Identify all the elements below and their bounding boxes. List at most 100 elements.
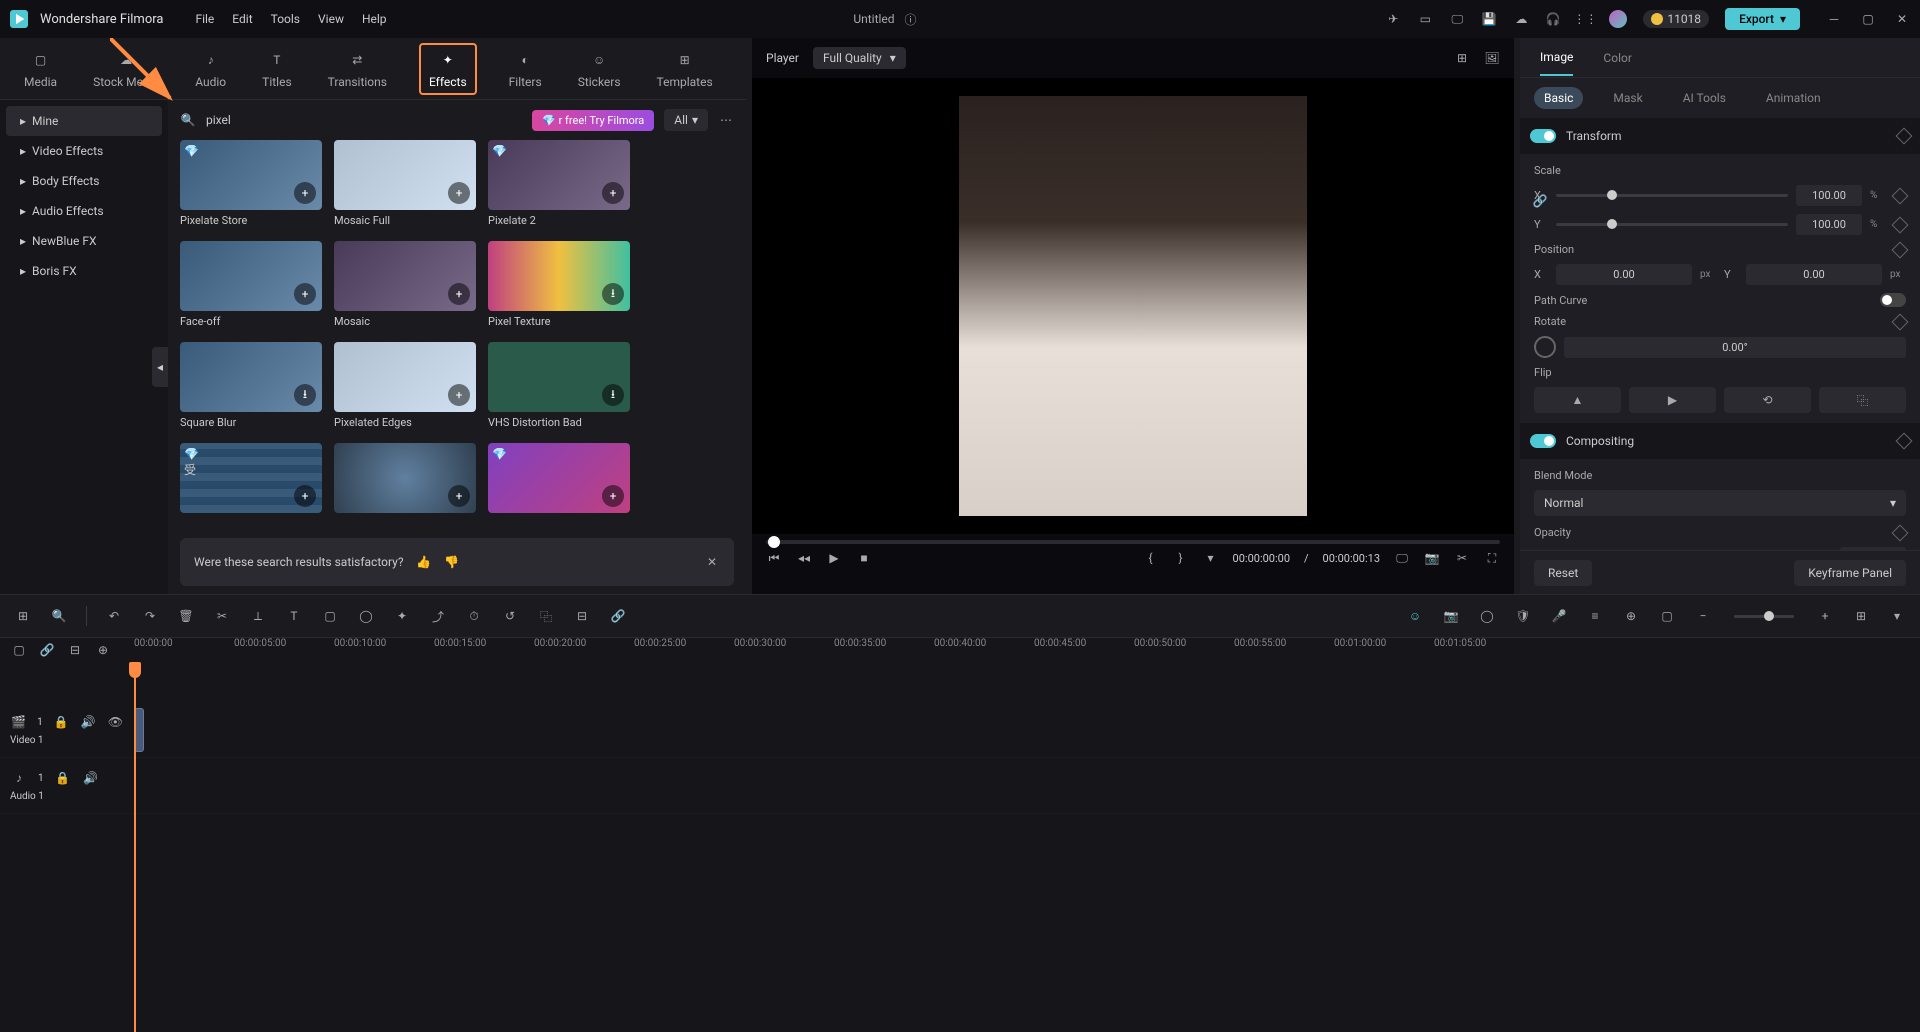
shape-icon[interactable]: ▢ [321,607,339,625]
section-transform[interactable]: Transform [1520,118,1920,154]
export-icon[interactable]: ⤴ [429,607,447,625]
scale-x-input[interactable] [1796,185,1862,206]
sidebar-item-body-effects[interactable]: ▸Body Effects [6,166,162,196]
tab-image[interactable]: Image [1540,40,1573,76]
filter-all[interactable]: All▾ [664,109,708,131]
audio-track[interactable]: ♪1🔒🔊 Audio 1 [0,758,1920,814]
reset-button[interactable]: Reset [1534,560,1592,586]
sidebar-item-video-effects[interactable]: ▸Video Effects [6,136,162,166]
add-icon[interactable]: + [294,283,316,305]
mixer-icon[interactable]: ≡ [1586,607,1604,625]
rotate-dial[interactable] [1534,336,1556,358]
add-icon[interactable]: + [294,182,316,204]
nav-tab-transitions[interactable]: ⇄Transitions [324,43,391,95]
preview-viewport[interactable] [752,78,1514,534]
scale-y-slider[interactable] [1556,223,1788,226]
close-feedback-icon[interactable]: ✕ [704,554,720,570]
delete-icon[interactable]: 🗑 [177,607,195,625]
fit-icon[interactable]: ⊞ [1852,607,1870,625]
effect-item[interactable]: 💎+Pixelate 2 [488,140,630,227]
prev-frame-icon[interactable]: ⏮ [766,550,782,566]
pos-y-input[interactable] [1746,264,1882,285]
keyframe-icon[interactable] [1892,187,1909,204]
grid-view-icon[interactable]: ⊞ [1454,50,1470,66]
image-icon[interactable]: 🖼 [1484,50,1500,66]
zoom-in-icon[interactable]: + [1816,607,1834,625]
keyframe-icon[interactable] [1892,313,1909,330]
effect-item[interactable]: +Mosaic Full [334,140,476,227]
effect-item[interactable]: ⭳Pixel Texture [488,241,630,328]
seek-handle[interactable] [768,536,780,548]
section-compositing[interactable]: Compositing [1520,423,1920,459]
pos-x-input[interactable] [1556,264,1692,285]
zoom-tool-icon[interactable]: 🔍 [50,607,68,625]
effect-item[interactable]: 💎+ [488,443,630,513]
flip-copy-button[interactable]: ⿻ [1819,387,1906,413]
zoom-out-icon[interactable]: − [1694,607,1712,625]
export-button[interactable]: Export ▾ [1725,8,1800,30]
playhead[interactable] [134,662,136,1032]
subtab-animation[interactable]: Animation [1756,87,1831,109]
seek-bar[interactable] [766,540,1500,544]
more-icon[interactable]: ⋯ [718,112,734,128]
menu-tools[interactable]: Tools [271,12,300,26]
link-icon[interactable]: 🔗 [1532,193,1548,209]
quality-select[interactable]: Full Quality▾ [813,47,906,69]
apps-icon[interactable]: ⋮⋮ [1577,11,1593,27]
download-icon[interactable]: ⭳ [294,384,316,406]
speed-icon[interactable]: ⏱ [465,607,483,625]
add-icon[interactable]: + [294,485,316,507]
collapse-sidebar-button[interactable]: ◂ [152,347,168,387]
compositing-toggle[interactable] [1530,434,1556,448]
visibility-icon[interactable]: 👁 [107,713,124,731]
reverse-icon[interactable]: ↺ [501,607,519,625]
track-snap-icon[interactable]: ⊟ [66,641,84,659]
mute-icon[interactable]: 🔊 [80,713,97,731]
nav-tab-templates[interactable]: ⊞Templates [653,43,717,95]
play-icon[interactable]: ▶ [826,550,842,566]
scale-y-input[interactable] [1796,214,1862,235]
group-icon[interactable]: ⊟ [573,607,591,625]
shield-icon[interactable]: 🛡 [1514,607,1532,625]
menu-help[interactable]: Help [362,12,387,26]
headphones-icon[interactable]: 🎧 [1545,11,1561,27]
copy-icon[interactable]: ⿻ [537,607,555,625]
text-icon[interactable]: T [285,607,303,625]
pathcurve-toggle[interactable] [1880,293,1906,307]
subtab-mask[interactable]: Mask [1603,87,1652,109]
maximize-icon[interactable]: ▢ [1860,11,1876,27]
nav-tab-stickers[interactable]: ☺Stickers [574,43,625,95]
info-icon[interactable]: ⓘ [903,11,919,27]
keyframe-icon[interactable] [1892,524,1909,541]
close-icon[interactable]: ✕ [1894,11,1910,27]
effect-icon[interactable]: ✦ [393,607,411,625]
video-track[interactable]: 🎬1🔒🔊👁 Video 1 [0,702,1920,758]
download-icon[interactable]: ⭳ [602,384,624,406]
add-icon[interactable]: + [448,283,470,305]
record-icon[interactable]: ◯ [1478,607,1496,625]
effect-item[interactable]: +Pixelated Edges [334,342,476,429]
menu-edit[interactable]: Edit [232,12,252,26]
mic-icon[interactable]: 🎤 [1550,607,1568,625]
keyframe-icon[interactable] [1896,433,1913,450]
nav-tab-audio[interactable]: ♪Audio [191,43,230,95]
add-icon[interactable]: + [602,182,624,204]
display-icon[interactable]: 🖵 [1394,550,1410,566]
thumbs-up-icon[interactable]: 👍 [416,554,432,570]
fullscreen-icon[interactable]: ⛶ [1484,550,1500,566]
flip-both-button[interactable]: ⟲ [1724,387,1811,413]
color-icon[interactable]: ◯ [357,607,375,625]
flip-v-button[interactable]: ▶ [1629,387,1716,413]
avatar-tool-icon[interactable]: ☺ [1406,607,1424,625]
lock-icon[interactable]: 🔒 [53,713,70,731]
track-link-icon[interactable]: 🔗 [38,641,56,659]
download-icon[interactable]: ⭳ [602,283,624,305]
blend-select[interactable]: Normal▾ [1534,490,1906,516]
marker-icon[interactable]: ▢ [1658,607,1676,625]
add-track-icon[interactable]: ⊕ [1622,607,1640,625]
credits-pill[interactable]: 11018 [1643,10,1709,28]
zoom-slider[interactable] [1734,615,1794,618]
effect-item[interactable]: 💎受+ [180,443,322,513]
search-input[interactable] [206,113,486,127]
menu-file[interactable]: File [195,12,214,26]
